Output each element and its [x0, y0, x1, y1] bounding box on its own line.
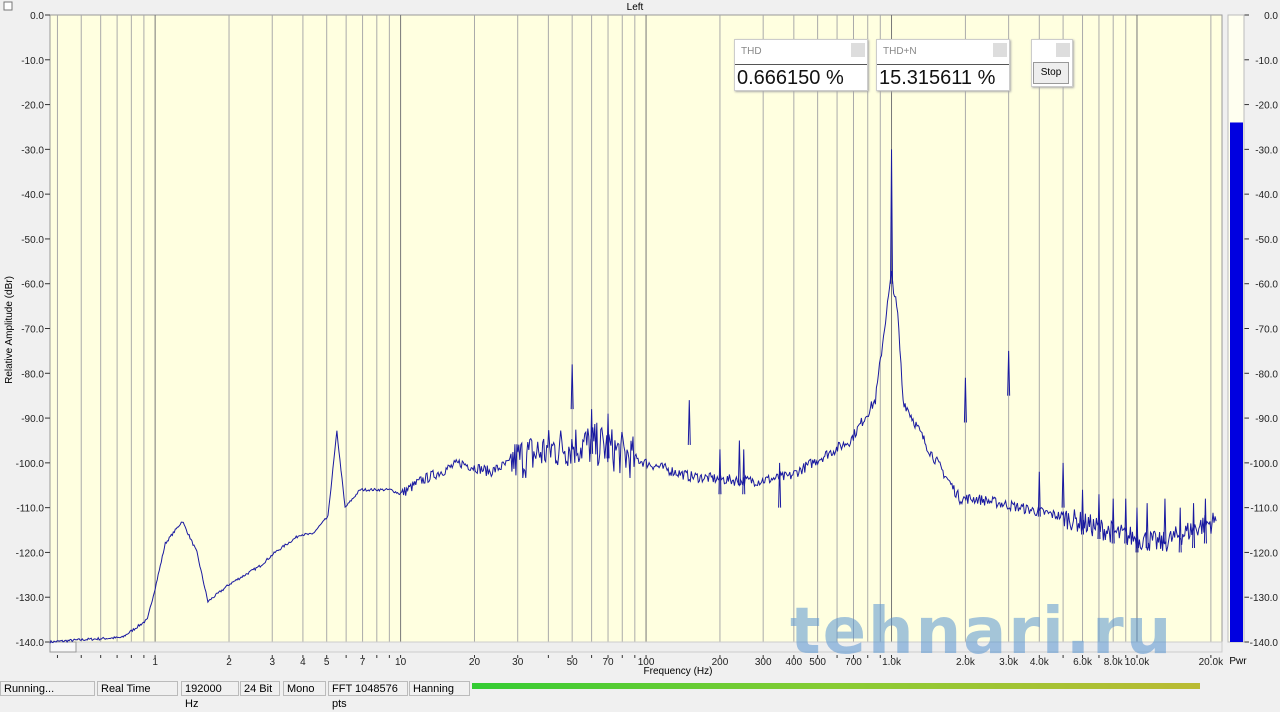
right-y-tick-label: -30.0: [1255, 145, 1278, 156]
right-y-tick-label: -40.0: [1255, 190, 1278, 201]
right-y-tick-label: -50.0: [1255, 235, 1278, 246]
right-y-tick-label: -60.0: [1255, 280, 1278, 291]
watermark: tehnari.ru: [790, 595, 1174, 669]
y-tick-label: -70.0: [21, 325, 44, 336]
x-tick-label: 2: [226, 657, 232, 668]
x-tick-label: 5: [324, 657, 330, 668]
right-y-tick-label: 0.0: [1264, 11, 1278, 22]
y-tick-label: -40.0: [21, 190, 44, 201]
scroll-left-button[interactable]: [49, 641, 77, 653]
right-y-tick-label: -110.0: [1250, 504, 1278, 515]
y-tick-label: -30.0: [21, 145, 44, 156]
thdn-label: THD+N: [883, 46, 917, 57]
y-tick-label: -60.0: [21, 280, 44, 291]
y-tick-label: -110.0: [16, 504, 44, 515]
y-tick-label: -10.0: [21, 56, 44, 67]
chart-title: Left: [627, 2, 644, 13]
status-bits: 24 Bit: [240, 681, 280, 696]
collapse-button[interactable]: [3, 1, 13, 11]
thd-toggle[interactable]: [851, 43, 865, 57]
x-tick-label: 20: [469, 657, 481, 668]
thd-value: 0.666150 %: [735, 64, 867, 90]
y-tick-label: -50.0: [21, 235, 44, 246]
right-y-tick-label: -130.0: [1250, 593, 1279, 604]
y-axis-label: Relative Amplitude (dBr): [4, 276, 15, 384]
right-y-tick-label: -140.0: [1250, 638, 1279, 649]
stop-panel-toggle[interactable]: [1056, 43, 1070, 57]
y-tick-label: -140.0: [16, 638, 45, 649]
thdn-toggle[interactable]: [993, 43, 1007, 57]
status-rate: 192000 Hz: [181, 681, 239, 710]
right-y-tick-label: -10.0: [1255, 56, 1278, 67]
power-meter-label: Pwr: [1229, 656, 1247, 667]
x-tick-label: 50: [567, 657, 579, 668]
status-channels: Mono: [283, 681, 326, 696]
right-y-tick-label: -120.0: [1250, 548, 1279, 559]
x-tick-label: 70: [602, 657, 614, 668]
level-meter: [472, 683, 1200, 689]
stop-button[interactable]: Stop: [1033, 62, 1069, 84]
spectrum-chart: Left1 2 3 4 5 7 10 20 30 50 70 100 200 300 400 500 700 1.…: [3, 1, 1279, 677]
right-y-tick-label: -80.0: [1255, 369, 1278, 380]
thd-panel: THD 0.666150 %: [734, 39, 868, 91]
right-y-tick-label: -90.0: [1255, 414, 1278, 425]
right-y-tick-label: -100.0: [1250, 459, 1279, 470]
power-meter-fill: [1230, 122, 1243, 642]
right-y-tick-label: -70.0: [1255, 325, 1278, 336]
x-axis-label: Frequency (Hz): [644, 666, 713, 677]
x-tick-label: 20.0k: [1199, 657, 1224, 668]
x-tick-label: 1: [152, 657, 158, 668]
thd-label: THD: [741, 46, 762, 57]
x-tick-label: 200: [712, 657, 729, 668]
y-tick-label: -20.0: [21, 101, 44, 112]
y-tick-label: -80.0: [21, 369, 44, 380]
status-fft: FFT 1048576 pts: [328, 681, 408, 710]
x-tick-label: 300: [755, 657, 772, 668]
y-tick-label: -90.0: [21, 414, 44, 425]
thdn-panel: THD+N 15.315611 %: [876, 39, 1010, 91]
status-window: Hanning: [409, 681, 470, 696]
y-tick-label: 0.0: [30, 11, 44, 22]
x-tick-label: 3: [269, 657, 275, 668]
status-state: Running...: [0, 681, 95, 696]
y-tick-label: -130.0: [16, 593, 45, 604]
right-y-tick-label: -20.0: [1255, 101, 1278, 112]
y-tick-label: -100.0: [16, 459, 45, 470]
x-tick-label: 10: [395, 657, 407, 668]
x-tick-label: 7: [360, 657, 366, 668]
x-tick-label: 4: [300, 657, 306, 668]
y-tick-label: -120.0: [16, 548, 45, 559]
thdn-value: 15.315611 %: [877, 64, 1009, 90]
status-mode: Real Time: [97, 681, 178, 696]
plot-area: [49, 14, 1223, 643]
x-tick-label: 30: [512, 657, 524, 668]
